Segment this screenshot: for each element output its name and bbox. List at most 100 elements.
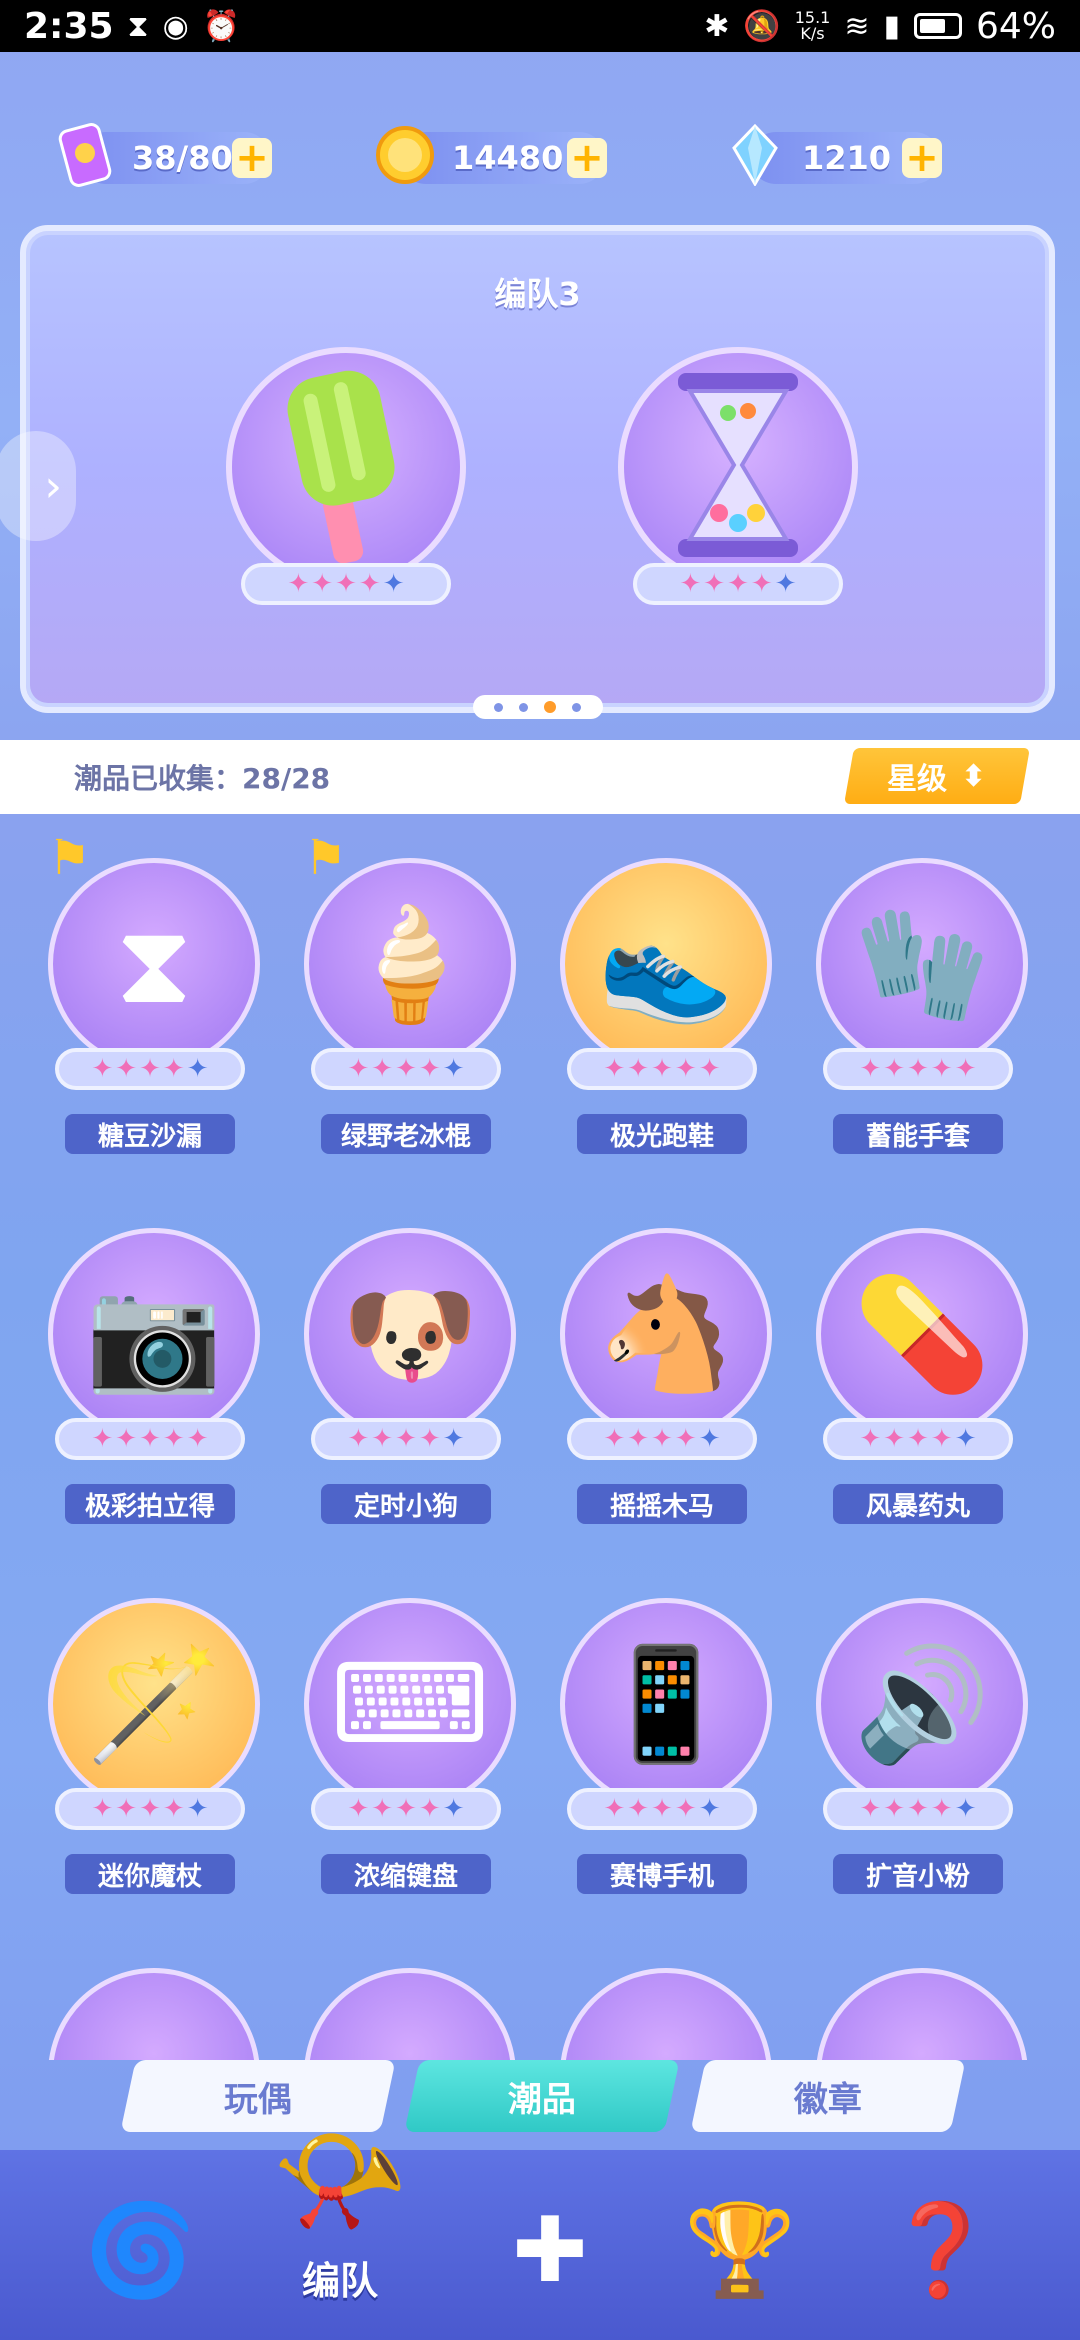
arrow-portal-icon: 🌀 <box>83 2197 197 2303</box>
bluetooth-icon: ✱ <box>704 8 730 44</box>
nav-gacha-button[interactable]: ❓ <box>870 2190 1010 2310</box>
gem-add-button[interactable]: + <box>902 138 942 178</box>
item-card[interactable]: 🐴 ✦ ✦ ✦ ✦ ✦ 摇摇木马 <box>542 1200 782 1524</box>
star-icon: ✦ <box>603 1424 626 1454</box>
gem-value: 1210 <box>802 139 892 177</box>
star-icon: ✦ <box>930 1424 953 1454</box>
star-icon: ✦ <box>674 1424 697 1454</box>
star-icon: ✦ <box>907 1054 929 1084</box>
item-card-partial[interactable] <box>30 1940 270 2060</box>
star-icon: ✦ <box>442 1054 465 1084</box>
star-icon: ✦ <box>358 569 381 599</box>
trophy-icon: 🏆 <box>683 2197 797 2303</box>
star-icon: ✦ <box>750 569 773 599</box>
team-panel: › 编队3 ✦ ✦ ✦ ✦ ✦ ✦ ✦ ✦ ✦ ✦ <box>0 225 1055 719</box>
star-icon: ✦ <box>698 1054 721 1084</box>
tab-badges[interactable]: 徽章 <box>690 2060 966 2132</box>
item-image: 🧤 <box>816 858 1028 1070</box>
team-slot-1[interactable]: ✦ ✦ ✦ ✦ ✦ <box>226 347 466 605</box>
resource-bar: 38/80 + 14480 + 1210 + <box>0 120 1080 200</box>
page-dot[interactable] <box>519 702 528 712</box>
flag-icon: ⚑ <box>304 830 348 886</box>
star-icon: ✦ <box>651 1054 673 1084</box>
item-card-partial[interactable] <box>798 1940 1038 2060</box>
star-icon: ✦ <box>186 1794 209 1824</box>
item-name: 扩音小粉 <box>833 1854 1003 1894</box>
item-image: 📷 <box>48 1228 260 1440</box>
item-icon: ⌨ <box>330 1640 490 1768</box>
team-slot-2[interactable]: ✦ ✦ ✦ ✦ ✦ <box>618 347 858 605</box>
star-icon: ✦ <box>139 1054 161 1084</box>
star-icon: ✦ <box>883 1054 906 1084</box>
item-card-partial[interactable] <box>542 1940 782 2060</box>
flag-icon: ⚑ <box>48 830 92 886</box>
status-bar-left: 2:35 ⧗ ◉ ⏰ <box>24 6 240 47</box>
item-icon: 🍦 <box>341 900 479 1028</box>
page-dot-active[interactable] <box>544 701 556 713</box>
slot-2-stars: ✦ ✦ ✦ ✦ ✦ <box>633 563 843 605</box>
item-card[interactable]: 👟 ✦ ✦ ✦ ✦ ✦ 极光跑鞋 <box>542 830 782 1154</box>
crystal-icon <box>720 120 790 190</box>
tab-trendy-items[interactable]: 潮品 <box>404 2060 680 2132</box>
item-stars: ✦ ✦ ✦ ✦ ✦ <box>567 1048 757 1090</box>
clock: 2:35 <box>24 5 114 47</box>
tab-label: 徽章 <box>794 2079 862 2120</box>
star-icon: ✦ <box>674 1054 697 1084</box>
star-icon: ✦ <box>162 1054 185 1084</box>
sort-by-stars-button[interactable]: 星级 ⬍ <box>844 748 1030 804</box>
star-icon: ✦ <box>91 1794 114 1824</box>
star-icon: ✦ <box>382 569 405 599</box>
energy-add-button[interactable]: + <box>232 138 272 178</box>
star-icon: ✦ <box>335 569 357 599</box>
star-icon: ✦ <box>442 1794 465 1824</box>
item-card[interactable]: 🪄 ✦ ✦ ✦ ✦ ✦ 迷你魔杖 <box>30 1570 270 1894</box>
item-card[interactable]: 🔊 ✦ ✦ ✦ ✦ ✦ 扩音小粉 <box>798 1570 1038 1894</box>
nav-team-button[interactable]: 📯 编队 <box>240 2110 440 2340</box>
sort-label: 星级 <box>887 762 948 797</box>
item-card[interactable]: ⌨ ✦ ✦ ✦ ✦ ✦ 浓缩键盘 <box>286 1570 526 1894</box>
nav-play-button[interactable]: ✚ <box>480 2190 620 2310</box>
star-icon: ✦ <box>418 1794 441 1824</box>
star-icon: ✦ <box>603 1054 626 1084</box>
item-name: 极彩拍立得 <box>65 1484 235 1524</box>
star-icon: ✦ <box>907 1794 929 1824</box>
star-icon: ✦ <box>162 1424 185 1454</box>
item-card[interactable]: 🧤 ✦ ✦ ✦ ✦ ✦ 蓄能手套 <box>798 830 1038 1154</box>
star-icon: ✦ <box>347 1424 370 1454</box>
item-grid: ⧗ ⚑ ✦ ✦ ✦ ✦ ✦ 糖豆沙漏 🍦 ⚑ ✦ ✦ ✦ ✦ ✦ 绿野老冰棍 👟 ✦ ✦ ✦ ✦ ✦ 极光跑鞋 🧤 ✦ ✦ ✦ ✦ ✦ 蓄… <box>0 830 1080 2060</box>
whistle-icon: 📯 <box>271 2116 409 2244</box>
item-icon: 🔊 <box>853 1640 991 1768</box>
nav-home-button[interactable]: 🌀 <box>70 2190 210 2310</box>
item-stars: ✦ ✦ ✦ ✦ ✦ <box>55 1418 245 1460</box>
item-card[interactable]: ⧗ ⚑ ✦ ✦ ✦ ✦ ✦ 糖豆沙漏 <box>30 830 270 1154</box>
item-name: 糖豆沙漏 <box>65 1114 235 1154</box>
coin-add-button[interactable]: + <box>567 138 607 178</box>
team-title: 编队3 <box>494 275 581 313</box>
nav-team-label: 编队 <box>301 2259 378 2303</box>
item-stars: ✦ ✦ ✦ ✦ ✦ <box>311 1788 501 1830</box>
item-card[interactable]: 📷 ✦ ✦ ✦ ✦ ✦ 极彩拍立得 <box>30 1200 270 1524</box>
item-card[interactable]: 📱 ✦ ✦ ✦ ✦ ✦ 赛博手机 <box>542 1570 782 1894</box>
page-dot[interactable] <box>572 702 581 712</box>
battery-percent: 64% <box>975 5 1056 47</box>
star-icon: ✦ <box>883 1424 906 1454</box>
item-image: 👟 <box>560 858 772 1070</box>
item-image: 🐶 <box>304 1228 516 1440</box>
page-dot[interactable] <box>494 702 503 712</box>
item-card[interactable]: 🍦 ⚑ ✦ ✦ ✦ ✦ ✦ 绿野老冰棍 <box>286 830 526 1154</box>
star-icon: ✦ <box>395 1424 417 1454</box>
mute-bell-icon: 🔕 <box>743 8 781 44</box>
star-icon: ✦ <box>603 1794 626 1824</box>
item-stars: ✦ ✦ ✦ ✦ ✦ <box>311 1418 501 1460</box>
battery-icon <box>913 13 962 39</box>
coin-resource: 14480 + <box>376 126 607 184</box>
item-card-partial[interactable] <box>286 1940 526 2060</box>
popsicle-icon <box>287 370 395 564</box>
item-stars: ✦ ✦ ✦ ✦ ✦ <box>567 1418 757 1460</box>
page-indicator <box>472 695 603 719</box>
nav-rank-button[interactable]: 🏆 <box>670 2190 810 2310</box>
item-card[interactable]: 💊 ✦ ✦ ✦ ✦ ✦ 风暴药丸 <box>798 1200 1038 1524</box>
item-name: 浓缩键盘 <box>321 1854 491 1894</box>
side-expand-handle[interactable]: › <box>0 431 76 541</box>
item-card[interactable]: 🐶 ✦ ✦ ✦ ✦ ✦ 定时小狗 <box>286 1200 526 1524</box>
